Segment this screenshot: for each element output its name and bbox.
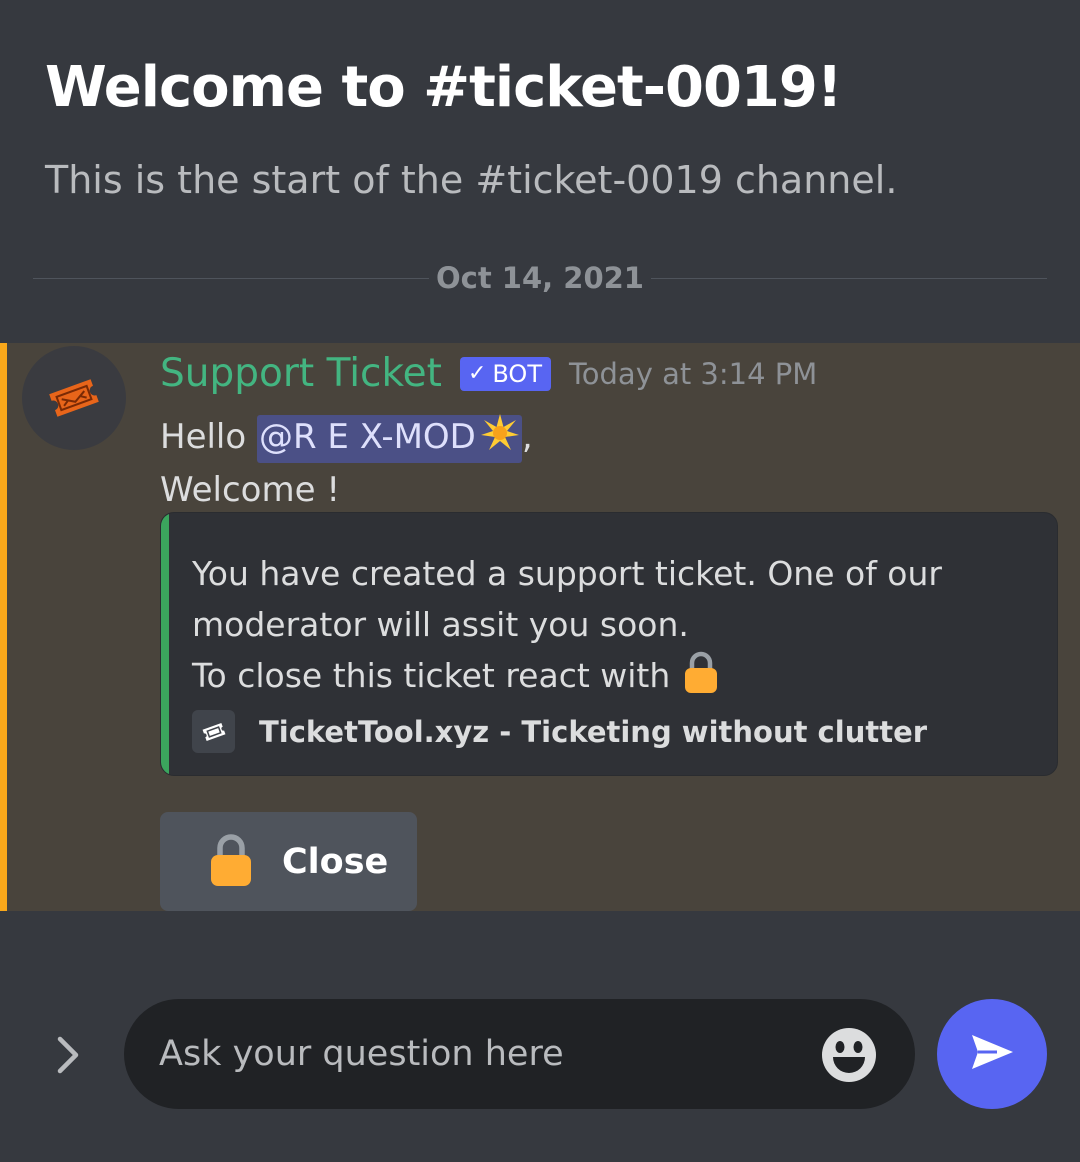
sparkle-icon xyxy=(480,413,520,462)
chevron-right-icon[interactable] xyxy=(50,1035,86,1079)
close-ticket-button[interactable]: Close xyxy=(160,812,417,911)
embed-line-3: To close this ticket react with xyxy=(192,650,942,707)
message-input-placeholder: Ask your question here xyxy=(159,1034,564,1074)
send-icon xyxy=(969,1032,1015,1076)
embed-footer-text: TicketTool.xyz - Ticketing without clutt… xyxy=(259,714,928,749)
bot-message[interactable]: Support Ticket ✓ BOT Today at 3:14 PM He… xyxy=(0,343,1080,911)
channel-welcome-subtitle: This is the start of the #ticket-0019 ch… xyxy=(45,158,898,202)
message-welcome-line: Welcome ! xyxy=(160,470,340,510)
bot-tag-label: BOT xyxy=(492,359,542,388)
send-button[interactable] xyxy=(937,999,1047,1109)
comma-text: , xyxy=(521,417,533,457)
date-divider-line-right xyxy=(651,278,1047,279)
close-button-label: Close xyxy=(282,841,389,882)
bot-tag: ✓ BOT xyxy=(459,356,551,391)
message-greeting-line: Hello @R E X-MOD, xyxy=(160,413,533,463)
mention-highlight-bar xyxy=(0,343,7,911)
ticket-embed: You have created a support ticket. One o… xyxy=(160,512,1058,776)
embed-line-3-text: To close this ticket react with xyxy=(192,656,671,695)
verified-check-icon: ✓ xyxy=(467,361,487,386)
message-header: Support Ticket ✓ BOT Today at 3:14 PM xyxy=(160,351,817,396)
date-divider-label: Oct 14, 2021 xyxy=(436,261,644,295)
embed-footer: TicketTool.xyz - Ticketing without clutt… xyxy=(192,710,927,753)
smiley-icon[interactable] xyxy=(821,1027,877,1087)
embed-line-2: moderator will assit you soon. xyxy=(192,605,689,644)
greeting-text: Hello xyxy=(160,417,257,457)
bot-avatar[interactable] xyxy=(22,346,126,450)
user-mention-label: @R E X-MOD xyxy=(259,417,476,457)
user-mention[interactable]: @R E X-MOD xyxy=(257,413,522,463)
embed-description: You have created a support ticket. One o… xyxy=(192,548,942,707)
message-input[interactable]: Ask your question here xyxy=(124,999,915,1109)
channel-welcome-title: Welcome to #ticket-0019! xyxy=(45,55,842,120)
lock-icon xyxy=(684,651,718,707)
lock-icon xyxy=(210,833,252,890)
ticket-icon xyxy=(192,710,235,753)
message-timestamp: Today at 3:14 PM xyxy=(568,356,818,391)
embed-accent-bar xyxy=(161,513,169,775)
date-divider-line-left xyxy=(33,278,429,279)
embed-line-1: You have created a support ticket. One o… xyxy=(192,554,942,593)
ticket-icon xyxy=(49,379,99,417)
author-name[interactable]: Support Ticket xyxy=(160,351,442,396)
